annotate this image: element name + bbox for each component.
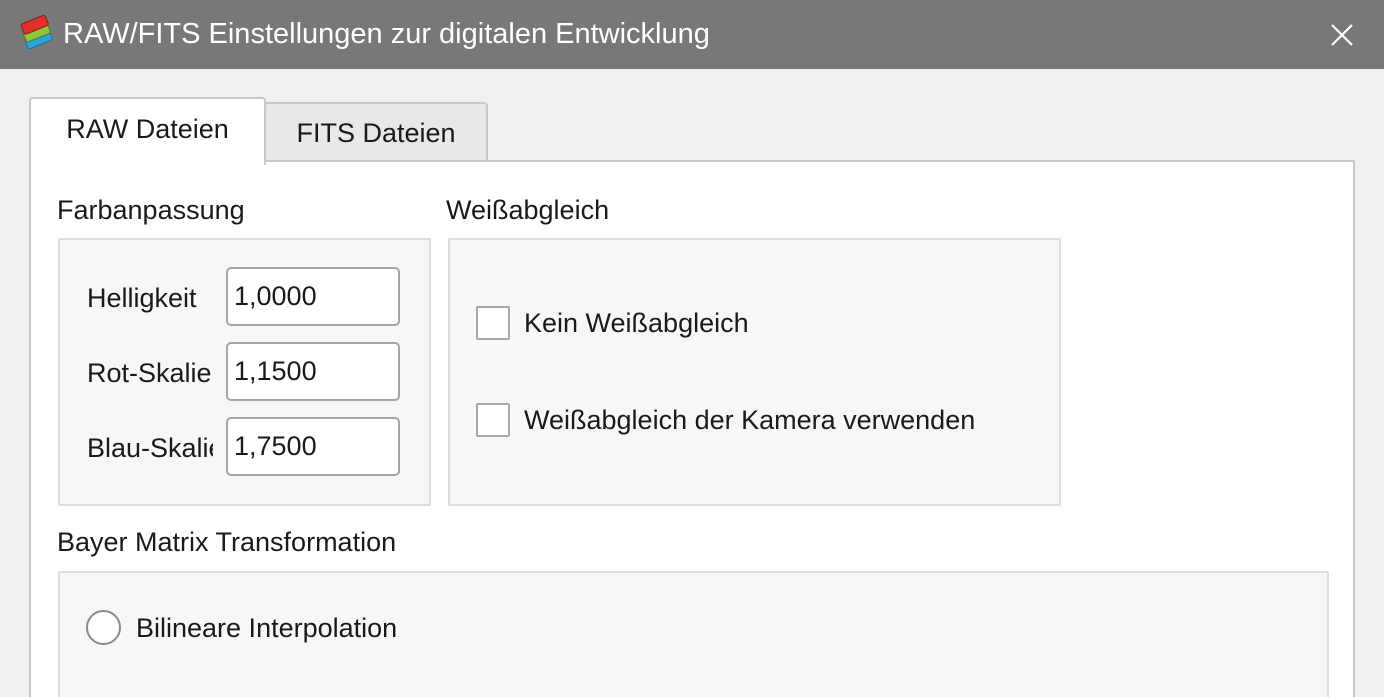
app-color-filters-icon <box>18 14 56 52</box>
camera-white-balance-checkbox[interactable] <box>476 403 510 437</box>
color-adjustment-title: Farbanpassung <box>57 195 245 225</box>
dialog-window: RAW/FITS Einstellungen zur digitalen Ent… <box>0 0 1384 697</box>
no-white-balance-label[interactable]: Kein Weißabgleich <box>524 303 749 343</box>
bayer-matrix-title: Bayer Matrix Transformation <box>57 527 397 557</box>
bilinear-interpolation-radio[interactable] <box>86 610 121 645</box>
blue-scale-input[interactable] <box>226 417 400 476</box>
tab-fits-files[interactable]: FITS Dateien <box>264 102 488 162</box>
brightness-label: Helligkeit <box>87 283 197 313</box>
red-scale-label: Rot-Skalierung <box>87 358 213 388</box>
white-balance-title: Weißabgleich <box>446 195 610 225</box>
window-title: RAW/FITS Einstellungen zur digitalen Ent… <box>63 18 710 50</box>
close-icon <box>1331 23 1353 46</box>
close-button[interactable] <box>1300 0 1384 69</box>
no-white-balance-checkbox[interactable] <box>476 306 510 340</box>
red-scale-input[interactable] <box>226 342 400 401</box>
blue-scale-label: Blau-Skalierung <box>87 433 213 463</box>
camera-white-balance-label[interactable]: Weißabgleich der Kamera verwenden <box>524 400 975 440</box>
brightness-input[interactable] <box>226 267 400 326</box>
bilinear-interpolation-label[interactable]: Bilineare Interpolation <box>136 608 397 648</box>
tab-raw-files[interactable]: RAW Dateien <box>29 97 266 165</box>
white-balance-group <box>448 238 1061 506</box>
title-bar[interactable]: RAW/FITS Einstellungen zur digitalen Ent… <box>0 0 1384 69</box>
